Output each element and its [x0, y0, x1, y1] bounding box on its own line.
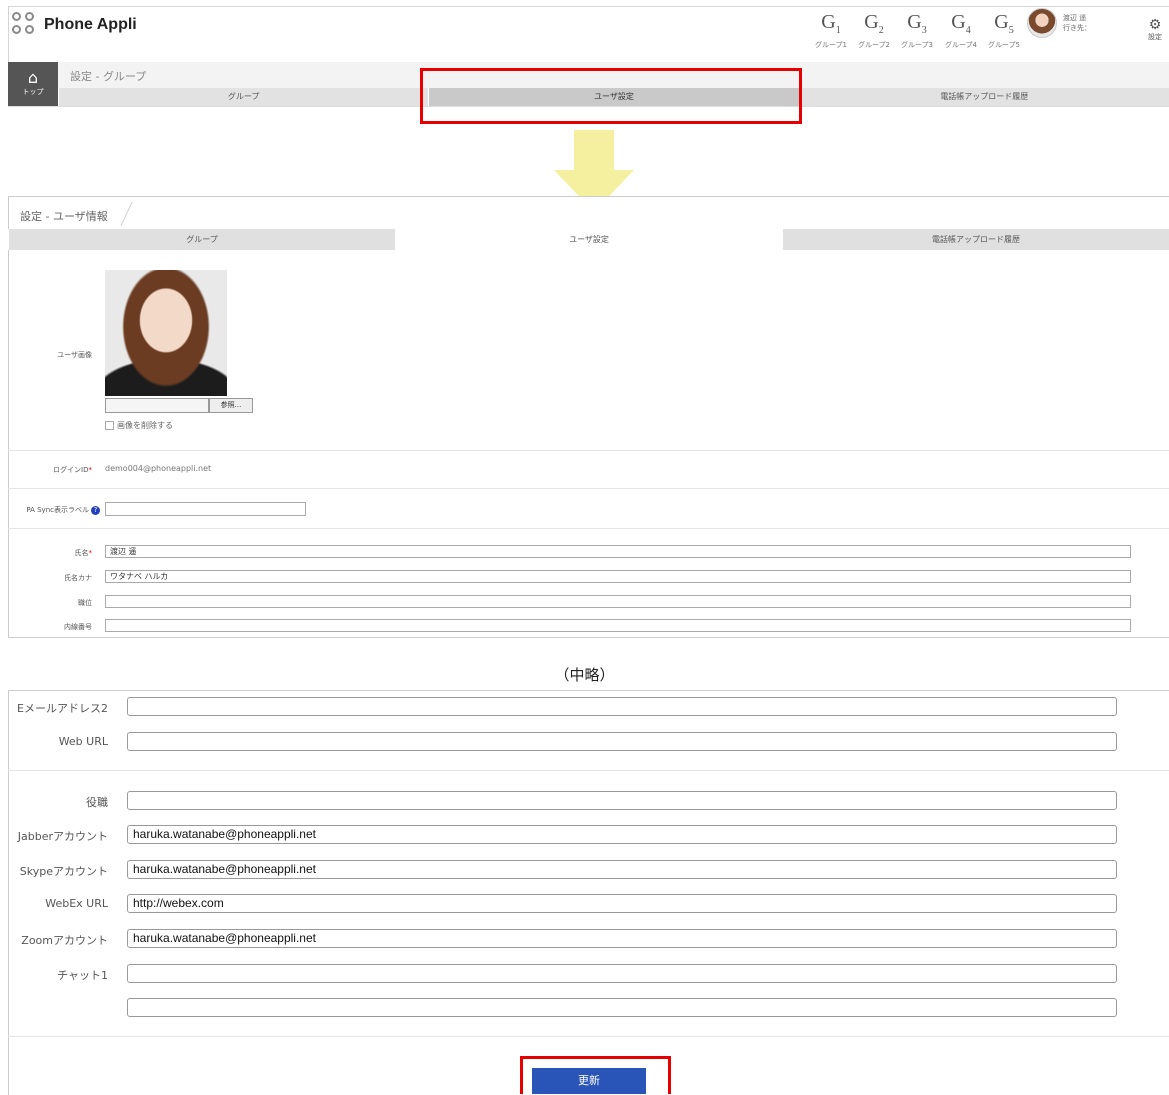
logo[interactable]: Phone Appli — [12, 12, 137, 38]
divider — [8, 450, 1169, 451]
webex-input[interactable]: http://webex.com — [127, 894, 1117, 913]
home-icon: ⌂ — [27, 68, 39, 87]
logo-icon — [12, 12, 38, 38]
skype-input[interactable]: haruka.watanabe@phoneappli.net — [127, 860, 1117, 879]
home-button[interactable]: ⌂ トップ — [8, 62, 58, 106]
help-icon: ? — [91, 505, 100, 515]
kana-label: 氏名カナ — [64, 574, 92, 582]
photo-label: ユーザ画像 — [57, 351, 92, 359]
user-menu[interactable]: 渡辺 遥 行き先： — [1027, 8, 1091, 38]
group-5-button[interactable]: G5 グループ5 — [987, 12, 1021, 49]
skype-label: Skypeアカウント — [19, 865, 108, 878]
role-label: 役職 — [86, 796, 108, 809]
highlight-box — [420, 68, 802, 124]
divider — [8, 528, 1169, 529]
breadcrumb: 設定 - グループ — [70, 70, 147, 83]
login-id-label: ログインID* — [53, 466, 92, 474]
user-status: 行き先： — [1063, 24, 1091, 32]
omitted-note: （中略） — [554, 666, 615, 684]
breadcrumb: 設定 - ユーザ情報 — [20, 210, 108, 223]
jabber-input[interactable]: haruka.watanabe@phoneappli.net — [127, 825, 1117, 844]
email2-label: Eメールアドレス2 — [17, 702, 108, 715]
tab-upload-history[interactable]: 電話帳アップロード履歴 — [798, 88, 1169, 106]
jabber-label: Jabberアカウント — [17, 830, 108, 843]
divider — [8, 488, 1169, 489]
tab-upload-history[interactable]: 電話帳アップロード履歴 — [782, 229, 1169, 250]
group-3-button[interactable]: G3 グループ3 — [900, 12, 934, 49]
browse-button[interactable]: 参照... — [209, 398, 253, 413]
settings-button[interactable]: ⚙ 設定 — [1148, 18, 1162, 42]
group-1-button[interactable]: G1 グループ1 — [814, 12, 848, 49]
role-input[interactable] — [127, 791, 1117, 810]
gear-icon: ⚙ — [1148, 17, 1162, 33]
pa-sync-input[interactable] — [105, 502, 306, 516]
kana-input[interactable]: ワタナベ ハルカ — [105, 570, 1131, 583]
job-input[interactable] — [105, 595, 1131, 608]
highlight-box — [520, 1056, 671, 1094]
web-url-label: Web URL — [58, 735, 108, 748]
pa-sync-label: PA Sync表示ラベル? — [10, 505, 100, 515]
webex-label: WebEx URL — [45, 897, 108, 910]
file-input[interactable] — [105, 398, 209, 413]
extension-input[interactable] — [105, 619, 1131, 632]
name-label: 氏名* — [74, 549, 93, 557]
zoom-label: Zoomアカウント — [21, 934, 108, 947]
login-id-value: demo004@phoneappli.net — [105, 464, 212, 473]
user-name: 渡辺 遥 — [1063, 14, 1087, 22]
chat1-extra-input[interactable] — [127, 998, 1117, 1017]
chat1-input[interactable] — [127, 964, 1117, 983]
group-2-button[interactable]: G2 グループ2 — [857, 12, 891, 49]
divider — [8, 1036, 1169, 1037]
checkbox-icon — [105, 421, 114, 430]
job-label: 職位 — [78, 599, 92, 607]
extension-label: 内線番号 — [64, 623, 92, 631]
tab-bar: グループ ユーザ設定 電話帳アップロード履歴 — [8, 229, 1169, 250]
user-photo — [105, 270, 227, 396]
divider — [8, 770, 1169, 771]
tab-group[interactable]: グループ — [58, 88, 429, 106]
logo-text: Phone Appli — [44, 16, 137, 33]
delete-image-checkbox[interactable]: 画像を削除する — [105, 420, 173, 431]
chat1-label: チャット1 — [57, 969, 108, 982]
tab-group[interactable]: グループ — [8, 229, 395, 250]
avatar — [1027, 8, 1057, 38]
down-arrow-icon — [574, 130, 614, 170]
email2-input[interactable] — [127, 697, 1117, 716]
group-4-button[interactable]: G4 グループ4 — [944, 12, 978, 49]
zoom-input[interactable]: haruka.watanabe@phoneappli.net — [127, 929, 1117, 948]
web-url-input[interactable] — [127, 732, 1117, 751]
tab-user-settings[interactable]: ユーザ設定 — [395, 229, 782, 250]
name-input[interactable]: 渡辺 遥 — [105, 545, 1131, 558]
